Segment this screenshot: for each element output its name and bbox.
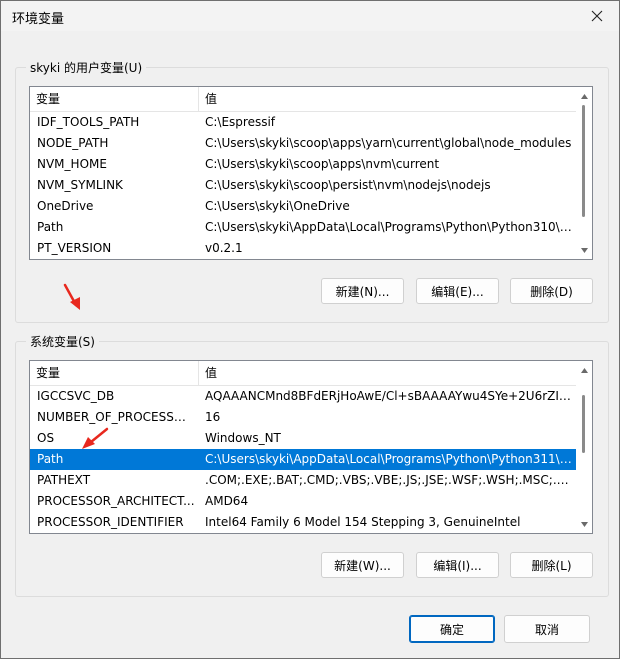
system-new-button[interactable]: 新建(W)... xyxy=(321,552,404,578)
vertical-scrollbar[interactable] xyxy=(576,361,592,533)
table-row[interactable]: OneDrive C:\Users\skyki\OneDrive xyxy=(30,196,576,217)
scroll-up-icon[interactable] xyxy=(576,90,592,102)
cancel-button[interactable]: 取消 xyxy=(504,615,590,643)
scroll-down-icon[interactable] xyxy=(576,244,592,256)
user-delete-button[interactable]: 删除(D) xyxy=(510,278,593,304)
system-delete-button[interactable]: 删除(L) xyxy=(510,552,593,578)
variable-value: Windows_NT xyxy=(205,431,281,445)
variable-value: C:\Users\skyki\AppData\Local\Programs\Py… xyxy=(205,220,575,234)
list-header: 变量 值 xyxy=(30,361,576,386)
variable-value: C:\Users\skyki\scoop\persist\nvm\nodejs\… xyxy=(205,178,491,192)
system-variable-rows: IGCCSVC_DB AQAAANCMnd8BFdERjHoAwE/Cl+sBAA… xyxy=(30,386,576,533)
variable-name: OneDrive xyxy=(37,199,94,213)
variable-name: PATHEXT xyxy=(37,473,91,487)
variable-name: NUMBER_OF_PROCESSORS xyxy=(37,410,195,424)
variable-name: NODE_PATH xyxy=(37,136,109,150)
red-arrow-annotation xyxy=(63,283,80,310)
list-header: 变量 值 xyxy=(30,87,576,112)
variable-value: C:\Users\skyki\OneDrive xyxy=(205,199,350,213)
table-row[interactable]: IDF_TOOLS_PATH C:\Espressif xyxy=(30,112,576,133)
variable-value: v0.2.1 xyxy=(205,241,243,255)
window-title: 环境变量 xyxy=(12,12,65,27)
system-variables-list[interactable]: 变量 值 IGCCSVC_DB AQAAANCMnd8BFdERjHoAwE/Cl… xyxy=(29,360,593,534)
column-header-variable[interactable]: 变量 xyxy=(30,87,199,111)
table-row[interactable]: PATHEXT .COM;.EXE;.BAT;.CMD;.VBS;.VBE;.JS… xyxy=(30,470,576,491)
variable-value: 16 xyxy=(205,410,221,424)
user-variables-group: skyki 的用户变量(U) 变量 值 IDF_TOOLS_PATH C:\Esp… xyxy=(15,59,609,323)
variable-name: NVM_SYMLINK xyxy=(37,178,123,192)
variable-value: C:\Users\skyki\scoop\apps\yarn\current\g… xyxy=(205,136,572,150)
variable-name: OS xyxy=(37,431,55,445)
environment-variables-dialog: 环境变量 skyki 的用户变量(U) 变量 值 IDF_TOOLS_PATH C… xyxy=(0,0,620,659)
red-arrow-annotation xyxy=(82,427,109,449)
variable-name: IDF_TOOLS_PATH xyxy=(37,115,140,129)
variable-value: .COM;.EXE;.BAT;.CMD;.VBS;.VBE;.JS;.JSE;.… xyxy=(205,473,575,487)
variable-name: PT_VERSION xyxy=(37,241,112,255)
variable-value: C:\Espressif xyxy=(205,115,276,129)
variable-value: C:\Users\skyki\AppData\Local\Programs\Py… xyxy=(205,452,575,466)
scroll-up-icon[interactable] xyxy=(576,364,592,376)
user-variables-label: skyki 的用户变量(U) xyxy=(26,59,147,76)
column-header-variable[interactable]: 变量 xyxy=(30,361,199,385)
table-row[interactable]: PROCESSOR_IDENTIFIER Intel64 Family 6 Mod… xyxy=(30,512,576,533)
scroll-thumb[interactable] xyxy=(582,395,585,453)
table-row-selected[interactable]: Path C:\Users\skyki\AppData\Local\Program… xyxy=(30,449,576,470)
close-button[interactable] xyxy=(575,1,619,31)
table-row[interactable]: NVM_HOME C:\Users\skyki\scoop\apps\nvm\cu… xyxy=(30,154,576,175)
title-bar: 环境变量 xyxy=(1,1,619,31)
scroll-thumb[interactable] xyxy=(582,105,585,217)
column-header-value[interactable]: 值 xyxy=(199,87,579,111)
table-row[interactable]: Path C:\Users\skyki\AppData\Local\Program… xyxy=(30,217,576,238)
table-row[interactable]: PT_VERSION v0.2.1 xyxy=(30,238,576,259)
vertical-scrollbar[interactable] xyxy=(576,87,592,259)
close-icon xyxy=(591,10,603,22)
variable-name: IGCCSVC_DB xyxy=(37,389,115,403)
variable-name: PROCESSOR_IDENTIFIER xyxy=(37,515,184,529)
variable-name: NVM_HOME xyxy=(37,157,107,171)
user-variable-rows: IDF_TOOLS_PATH C:\Espressif NODE_PATH C:\U… xyxy=(30,112,576,259)
table-row[interactable]: NVM_SYMLINK C:\Users\skyki\scoop\persist\… xyxy=(30,175,576,196)
variable-name: Path xyxy=(37,220,64,234)
system-edit-button[interactable]: 编辑(I)... xyxy=(416,552,499,578)
user-variables-list[interactable]: 变量 值 IDF_TOOLS_PATH C:\Espressif NODE_PAT… xyxy=(29,86,593,260)
variable-value: C:\Users\skyki\scoop\apps\nvm\current xyxy=(205,157,440,171)
user-edit-button[interactable]: 编辑(E)... xyxy=(416,278,499,304)
table-row[interactable]: NUMBER_OF_PROCESSORS 16 xyxy=(30,407,576,428)
system-variables-label: 系统变量(S) xyxy=(26,333,99,350)
ok-button[interactable]: 确定 xyxy=(409,615,495,643)
variable-value: AQAAANCMnd8BFdERjHoAwE/Cl+sBAAAAYwu4SYe+… xyxy=(205,389,575,403)
variable-name: Path xyxy=(37,452,64,466)
table-row[interactable]: IGCCSVC_DB AQAAANCMnd8BFdERjHoAwE/Cl+sBAA… xyxy=(30,386,576,407)
table-row[interactable]: OS Windows_NT xyxy=(30,428,576,449)
variable-name: PROCESSOR_ARCHITECT... xyxy=(37,494,195,508)
table-row[interactable]: NODE_PATH C:\Users\skyki\scoop\apps\yarn\… xyxy=(30,133,576,154)
user-new-button[interactable]: 新建(N)... xyxy=(321,278,404,304)
variable-value: Intel64 Family 6 Model 154 Stepping 3, G… xyxy=(205,515,521,529)
variable-value: AMD64 xyxy=(205,494,249,508)
scroll-down-icon[interactable] xyxy=(576,518,592,530)
system-variables-group: 系统变量(S) 变量 值 IGCCSVC_DB AQAAANCMnd8BFdERj… xyxy=(15,333,609,597)
table-row[interactable]: PROCESSOR_ARCHITECT... AMD64 xyxy=(30,491,576,512)
column-header-value[interactable]: 值 xyxy=(199,361,579,385)
